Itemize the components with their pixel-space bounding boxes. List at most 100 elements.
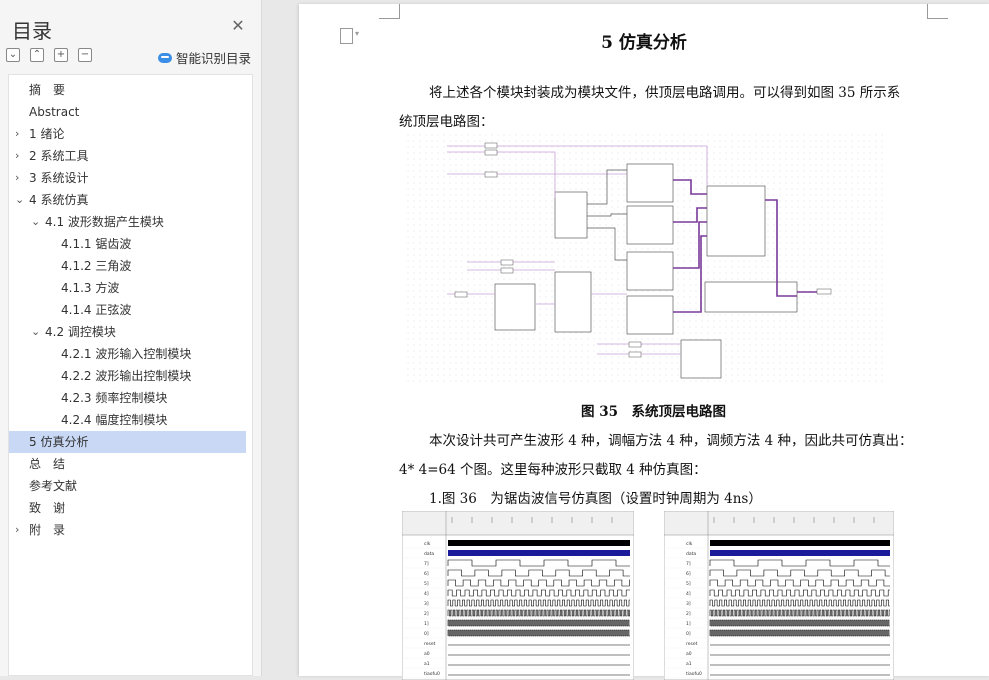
sawtooth-simulation-waveform-1: clk data 7] 6] 5] 4] 3] 2] 1] 0] reset a0 a1 tiaofu0 [402, 511, 634, 680]
paragraph-line: 统顶层电路图： [399, 114, 494, 130]
signal-name: data [686, 551, 696, 557]
toc-item[interactable]: 4.1.3 方波 [9, 277, 246, 299]
toc-item-label: 总 结 [29, 457, 66, 471]
toc-item-label: 4.2.4 幅度控制模块 [61, 413, 168, 427]
toc-item[interactable]: › 1 绪论 [9, 123, 246, 145]
toc-item-label: 4.1.1 锯齿波 [61, 237, 132, 251]
toc-item[interactable]: 4.2.3 频率控制模块 [9, 387, 246, 409]
toc-panel: 目录 ✕ ⌄ ⌃ + − 智能识别目录 摘 要 Abstract › 1 绪论 › 2 系… [0, 0, 262, 676]
cloud-ai-icon [158, 52, 172, 63]
toc-item-label: 5 仿真分析 [29, 435, 89, 449]
signal-name: 0] [424, 631, 429, 637]
crop-mark [379, 4, 400, 19]
toc-item[interactable]: 致 谢 [9, 497, 246, 519]
signal-name: reset [424, 641, 436, 647]
signal-name: 7] [424, 561, 429, 567]
toc-item-label: 1 绪论 [29, 127, 65, 141]
toc-item[interactable]: ⌄ 4.2 调控模块 [9, 321, 246, 343]
signal-name: 3] [686, 601, 691, 607]
toc-item[interactable]: ⌄ 4 系统仿真 [9, 189, 246, 211]
signal-name: 5] [686, 581, 691, 587]
toc-item[interactable]: › 3 系统设计 [9, 167, 246, 189]
toc-item[interactable]: 4.2.4 幅度控制模块 [9, 409, 246, 431]
chevron-right-icon[interactable]: › [15, 123, 19, 145]
document-area[interactable]: 5 仿真分析 将上述各个模块封装成为模块文件，供顶层电路调用。可以得到如图 35… [262, 0, 989, 680]
signal-name: a1 [686, 661, 692, 667]
paragraph-line: 1.图 36 为锯齿波信号仿真图（设置时钟周期为 4ns） [429, 491, 762, 507]
toc-item[interactable]: ⌄ 4.1 波形数据产生模块 [9, 211, 246, 233]
paragraph-line: 4* 4=64 个图。这里每种波形只截取 4 种仿真图： [399, 462, 707, 478]
chevron-right-icon[interactable]: › [15, 519, 19, 541]
top-level-circuit-diagram [407, 134, 884, 386]
toc-item-label: 摘 要 [29, 83, 66, 97]
toc-item[interactable]: 4.1.1 锯齿波 [9, 233, 246, 255]
toc-item-label: 4.2.3 频率控制模块 [61, 391, 168, 405]
chevron-right-icon[interactable]: › [15, 145, 19, 167]
toc-item[interactable]: 摘 要 [9, 79, 246, 101]
close-icon[interactable]: ✕ [230, 18, 246, 34]
signal-name: clk [424, 541, 431, 547]
crop-mark [927, 4, 948, 19]
signal-name: 5] [424, 581, 429, 587]
signal-name: a0 [424, 651, 430, 657]
toc-item-label: 4.1.2 三角波 [61, 259, 132, 273]
signal-name: 3] [424, 601, 429, 607]
signal-name: data [424, 551, 434, 557]
signal-name: clk [686, 541, 693, 547]
toc-toolbar: ⌄ ⌃ + − [6, 48, 92, 64]
toc-item-label: 2 系统工具 [29, 149, 89, 163]
toc-item[interactable]: 4.2.1 波形输入控制模块 [9, 343, 246, 365]
chevron-right-icon[interactable]: › [15, 167, 19, 189]
toc-item[interactable]: › 附 录 [9, 519, 246, 541]
toc-item[interactable]: 4.1.4 正弦波 [9, 299, 246, 321]
toc-item[interactable]: Abstract [9, 101, 246, 123]
toc-item-label: 致 谢 [29, 501, 66, 515]
chevron-down-icon[interactable]: ⌄ [31, 211, 40, 233]
add-heading-icon[interactable]: + [54, 48, 68, 62]
toc-item[interactable]: 4.2.2 波形输出控制模块 [9, 365, 246, 387]
toc-item[interactable]: 参考文献 [9, 475, 246, 497]
toc-item[interactable]: 5 仿真分析 [9, 431, 246, 453]
signal-name: 2] [424, 611, 429, 617]
collapse-all-icon[interactable]: ⌄ [6, 48, 20, 62]
expand-all-icon[interactable]: ⌃ [30, 48, 44, 62]
chevron-down-icon[interactable]: ⌄ [31, 321, 40, 343]
signal-name: 1] [424, 621, 429, 627]
signal-name: 6] [686, 571, 691, 577]
remove-heading-icon[interactable]: − [78, 48, 92, 62]
toc-item-label: Abstract [29, 105, 80, 119]
signal-name: reset [686, 641, 698, 647]
toc-list: 摘 要 Abstract › 1 绪论 › 2 系统工具 › 3 系统设计 ⌄ 4 系统仿真 ⌄ 4.… [8, 74, 253, 676]
signal-name: 0] [686, 631, 691, 637]
toc-item-label: 4.2.1 波形输入控制模块 [61, 347, 192, 361]
toc-item-label: 4.1.4 正弦波 [61, 303, 132, 317]
signal-name: 2] [686, 611, 691, 617]
signal-name: tiaofu0 [686, 671, 702, 677]
toc-item-label: 4.1.3 方波 [61, 281, 120, 295]
signal-name: a0 [686, 651, 692, 657]
toc-item-label: 4.2.2 波形输出控制模块 [61, 369, 192, 383]
sawtooth-simulation-waveform-2: clk data 7] 6] 5] 4] 3] 2] 1] 0] reset a0 a1 tiaofu0 [664, 511, 894, 680]
paragraph-line: 将上述各个模块封装成为模块文件，供顶层电路调用。可以得到如图 35 所示系 [429, 85, 901, 101]
document-page: 5 仿真分析 将上述各个模块封装成为模块文件，供顶层电路调用。可以得到如图 35… [299, 4, 989, 680]
toc-item-label: 4 系统仿真 [29, 193, 89, 207]
toc-item-label: 3 系统设计 [29, 171, 89, 185]
signal-name: a1 [424, 661, 430, 667]
toc-item[interactable]: › 2 系统工具 [9, 145, 246, 167]
signal-name: tiaofu0 [424, 671, 440, 677]
smart-toc-button[interactable]: 智能识别目录 [158, 48, 251, 67]
chevron-down-icon[interactable]: ⌄ [15, 189, 24, 211]
signal-name: 6] [424, 571, 429, 577]
signal-name: 1] [686, 621, 691, 627]
toc-item-label: 4.2 调控模块 [45, 325, 116, 339]
toc-item-label: 4.1 波形数据产生模块 [45, 215, 164, 229]
toc-title: 目录 [12, 19, 52, 43]
signal-name: 4] [686, 591, 691, 597]
toc-item[interactable]: 4.1.2 三角波 [9, 255, 246, 277]
paragraph-line: 本次设计共可产生波形 4 种，调幅方法 4 种，调频方法 4 种，因此共可仿真出… [429, 433, 913, 449]
toc-item[interactable]: 总 结 [9, 453, 246, 475]
toc-item-label: 参考文献 [29, 479, 78, 493]
section-heading: 5 仿真分析 [601, 33, 687, 53]
toc-item-label: 附 录 [29, 523, 66, 537]
figure-35-caption: 图 35 系统顶层电路图 [581, 404, 726, 420]
